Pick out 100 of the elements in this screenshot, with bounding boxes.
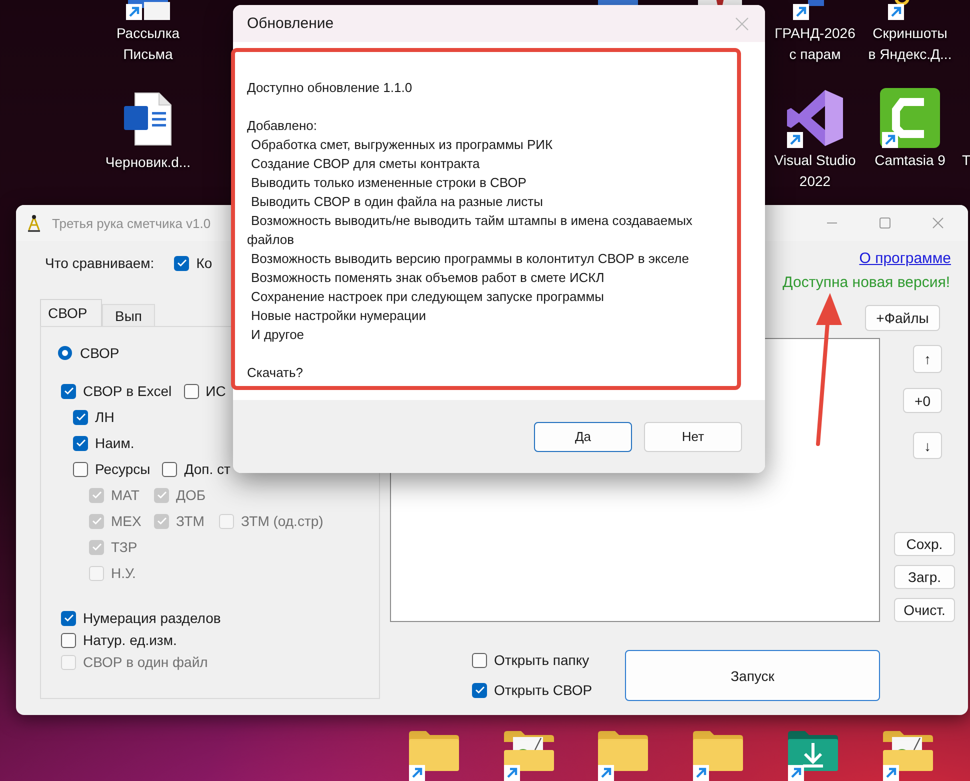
checkmark-icon [176, 259, 187, 267]
add-files-button[interactable]: +Файлы [865, 305, 940, 331]
desktop-icon-label: Visual Studio 2022 [773, 151, 857, 191]
checkbox[interactable] [61, 632, 76, 648]
desktop-icon-label: ГРАНД-2026 с парам [774, 24, 856, 64]
desktop-icon-label: Camtasia 9 [874, 151, 946, 170]
checkbox-label: Открыть СВОР [494, 682, 592, 698]
save-button[interactable]: Сохр. [894, 532, 955, 556]
document-icon[interactable] [123, 92, 173, 146]
checkbox[interactable] [73, 462, 88, 476]
message-text: Возможность выводить/не выводить тайм штампы в имена создаваемых файлов [247, 212, 694, 249]
message-text: И другое [250, 326, 306, 344]
c-logo-icon[interactable] [880, 88, 940, 148]
shortcut-arrow-icon [693, 765, 709, 781]
dialog-title: Обновление [247, 15, 334, 32]
checkbox-label: Открыть папку [494, 652, 590, 668]
field-label: Что сравниваем: [45, 255, 154, 271]
message-text: Добавлено: [247, 117, 318, 135]
yes-button[interactable]: Да [534, 422, 632, 452]
checkbox[interactable] [73, 436, 88, 450]
shortcut-arrow-icon [504, 765, 520, 781]
message-text: Возможность выводить версию программы в колонтитул СВОР в экселе [250, 250, 690, 268]
run-button[interactable]: Запуск [625, 650, 880, 701]
radio-button[interactable] [58, 346, 72, 360]
shortcut-arrow-icon [788, 765, 804, 781]
message-text: Новые настройки нумерации [250, 307, 427, 325]
checkmark-icon [92, 517, 102, 525]
checkbox-label: МАТ [111, 487, 140, 503]
close-icon[interactable] [932, 217, 944, 229]
checkbox-label: СВОР в один файл [83, 654, 208, 670]
desktop-icon-label: Рассылка Письма [115, 24, 181, 64]
checkbox[interactable] [472, 682, 487, 698]
shortcut-arrow-icon [883, 765, 899, 781]
download-folder-icon[interactable] [787, 730, 839, 772]
message-text: Выводить только измененные строки в СВОР [250, 174, 528, 192]
checkbox[interactable] [61, 610, 76, 626]
checkmark-icon [64, 614, 74, 622]
no-button[interactable]: Нет [644, 422, 742, 452]
checkbox-label: Натур. ед.изм. [83, 632, 177, 648]
message-text: Обработка смет, выгруженных из программы РИК [250, 136, 554, 154]
desktop-icon-label: T [962, 151, 970, 170]
image-folder-icon[interactable] [882, 730, 934, 772]
checkbox-label: ЗТМ [176, 513, 204, 529]
tab[interactable]: Вып [102, 304, 155, 326]
checkbox[interactable] [73, 410, 88, 424]
checkbox[interactable] [472, 652, 487, 668]
checkbox-label: ЛН [95, 409, 114, 425]
shortcut-arrow-icon [793, 4, 809, 20]
checkbox-label: ДОБ [176, 487, 206, 503]
message-text: Создание СВОР для сметы контракта [250, 155, 481, 173]
checkmark-icon [92, 491, 102, 499]
checkbox-label: ИС [206, 383, 226, 399]
shortcut-arrow-icon [888, 4, 904, 20]
clear-button[interactable]: Очист. [894, 598, 955, 622]
load-button[interactable]: Загр. [894, 565, 955, 589]
radio-label: СВОР [80, 345, 120, 361]
checkbox[interactable] [61, 384, 76, 398]
checkmark-icon [474, 686, 484, 694]
folder-icon[interactable] [692, 730, 744, 772]
shortcut-arrow-icon [598, 765, 614, 781]
checkbox-label: ТЗР [111, 539, 138, 555]
folder-icon[interactable] [408, 730, 460, 772]
shortcut-arrow-icon [409, 765, 425, 781]
maximize-icon[interactable] [879, 217, 891, 229]
checkbox-label: Н.У. [111, 565, 136, 581]
message-text: Сохранение настроек при следующем запуске программы [250, 288, 605, 306]
image-folder-icon[interactable] [503, 730, 555, 772]
checkbox-label: МЕХ [111, 513, 142, 529]
message-text: Выводить СВОР в один файла на разные листы [250, 193, 544, 211]
checkbox[interactable] [162, 462, 178, 476]
add-zero-button[interactable]: +0 [903, 388, 942, 413]
checkbox-label: Ко [196, 255, 212, 271]
checkmark-icon [156, 517, 166, 525]
checkbox[interactable] [174, 256, 190, 270]
checkmark-icon [92, 543, 102, 551]
message-text: Доступно обновление 1.1.0 [247, 79, 414, 97]
message-text: Скачать? [247, 364, 304, 382]
update-notice: Доступна новая версия! [782, 274, 950, 293]
checkbox-label: Нумерация разделов [83, 610, 221, 626]
checkmark-icon [156, 491, 166, 499]
shortcut-arrow-icon [882, 132, 898, 148]
shortcut-arrow-icon [787, 132, 803, 148]
folder-icon[interactable] [597, 730, 649, 772]
desktop-icon-label: Черновик.d... [104, 153, 192, 172]
checkmark-icon [76, 439, 86, 447]
checkbox-label: Наим. [95, 435, 134, 451]
shortcut-arrow-icon [126, 4, 142, 20]
checkmark-icon [64, 387, 74, 395]
message-text: Возможность поменять знак объемов работ в смете ИСКЛ [250, 269, 606, 287]
move-down-button[interactable]: ↓ [913, 432, 942, 459]
checkmark-icon [76, 413, 86, 421]
desktop-icon-label: Скриншоты в Яндекс.Д... [867, 24, 953, 64]
app-icon [25, 214, 43, 232]
checkbox-label: СВОР в Excel [83, 383, 172, 399]
ribbon-logo-icon[interactable] [785, 88, 845, 148]
move-up-button[interactable]: ↑ [913, 345, 942, 373]
tab[interactable]: СВОР [40, 299, 102, 326]
window-title: Третья рука сметчика v1.0 [52, 216, 211, 230]
about-link[interactable]: О программе [859, 250, 951, 270]
checkbox[interactable] [184, 384, 199, 398]
